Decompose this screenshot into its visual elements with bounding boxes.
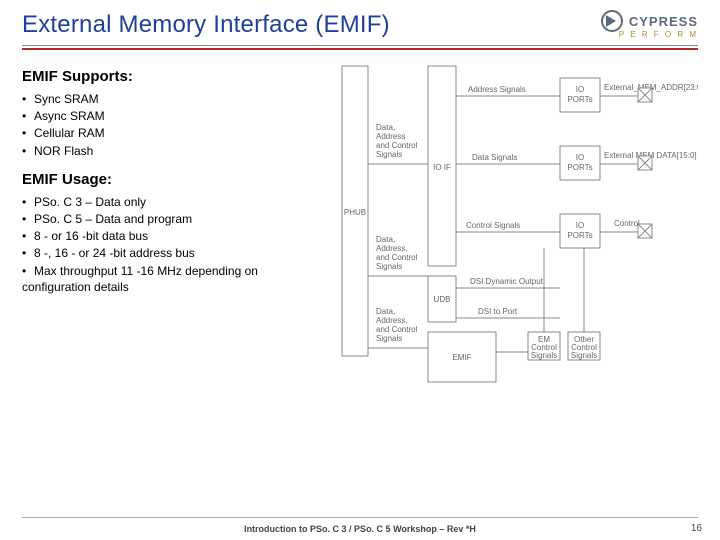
logo-text: CYPRESS (629, 14, 698, 29)
list-item: •PSo. C 5 – Data and program (22, 211, 326, 227)
usage-list: •PSo. C 3 – Data only •PSo. C 5 – Data a… (22, 194, 326, 295)
left-column: EMIF Supports: •Sync SRAM •Async SRAM •C… (22, 60, 326, 392)
svg-text:IO: IO (576, 85, 584, 94)
svg-text:PORTs: PORTs (567, 231, 592, 240)
cypress-logo: CYPRESS P E R F O R M (601, 10, 698, 39)
svg-text:IO: IO (576, 153, 584, 162)
svg-text:Data,Addressand ControlSignals: Data,Addressand ControlSignals (376, 123, 418, 159)
dsi-do-label: DSI Dynamic Output (470, 277, 544, 286)
logo-icon (601, 10, 623, 32)
list-item: •Sync SRAM (22, 91, 326, 107)
list-item: •NOR Flash (22, 143, 326, 159)
emif-block-diagram: PHUB IO IF UDB EMIF Data,Addressand Cont… (338, 60, 698, 390)
dsi-port-label: DSI to Port (478, 307, 518, 316)
logo-subtext: P E R F O R M (619, 30, 698, 39)
svg-text:Signals: Signals (531, 351, 557, 360)
control-label: Control (614, 219, 640, 228)
svg-text:Data,Address,and ControlSignal: Data,Address,and ControlSignals (376, 307, 418, 343)
list-item: •Async SRAM (22, 108, 326, 124)
svg-text:Data,Address,and ControlSignal: Data,Address,and ControlSignals (376, 235, 418, 271)
supports-heading: EMIF Supports: (22, 68, 326, 85)
slide-title: External Memory Interface (EMIF) (22, 11, 390, 39)
footer-text: Introduction to PSo. C 3 / PSo. C 5 Work… (0, 524, 720, 534)
emif-block-label: EMIF (452, 353, 471, 362)
diagram-area: PHUB IO IF UDB EMIF Data,Addressand Cont… (338, 60, 698, 392)
list-item: •8 -, 16 - or 24 -bit address bus (22, 245, 326, 261)
page-number: 16 (691, 523, 702, 534)
svg-text:Signals: Signals (571, 351, 597, 360)
list-item: •8 - or 16 -bit data bus (22, 228, 326, 244)
phub-label: PHUB (344, 208, 366, 217)
svg-text:IO: IO (576, 221, 584, 230)
addr-label: Address Signals (468, 85, 526, 94)
content-area: EMIF Supports: •Sync SRAM •Async SRAM •C… (0, 50, 720, 392)
supports-list: •Sync SRAM •Async SRAM •Cellular RAM •NO… (22, 91, 326, 159)
data-label: Data Signals (472, 153, 517, 162)
list-item: •PSo. C 3 – Data only (22, 194, 326, 210)
list-item: •Max throughput 11 -16 MHz depending on … (22, 263, 326, 295)
udb-label: UDB (434, 295, 451, 304)
slide-header: External Memory Interface (EMIF) CYPRESS… (0, 0, 720, 43)
ctrl-label: Control Signals (466, 221, 520, 230)
ioif-label: IO IF (433, 163, 451, 172)
usage-heading: EMIF Usage: (22, 171, 326, 188)
divider-thin (22, 45, 698, 46)
svg-text:PORTs: PORTs (567, 95, 592, 104)
footer-rule (22, 517, 698, 518)
svg-text:PORTs: PORTs (567, 163, 592, 172)
list-item: •Cellular RAM (22, 125, 326, 141)
